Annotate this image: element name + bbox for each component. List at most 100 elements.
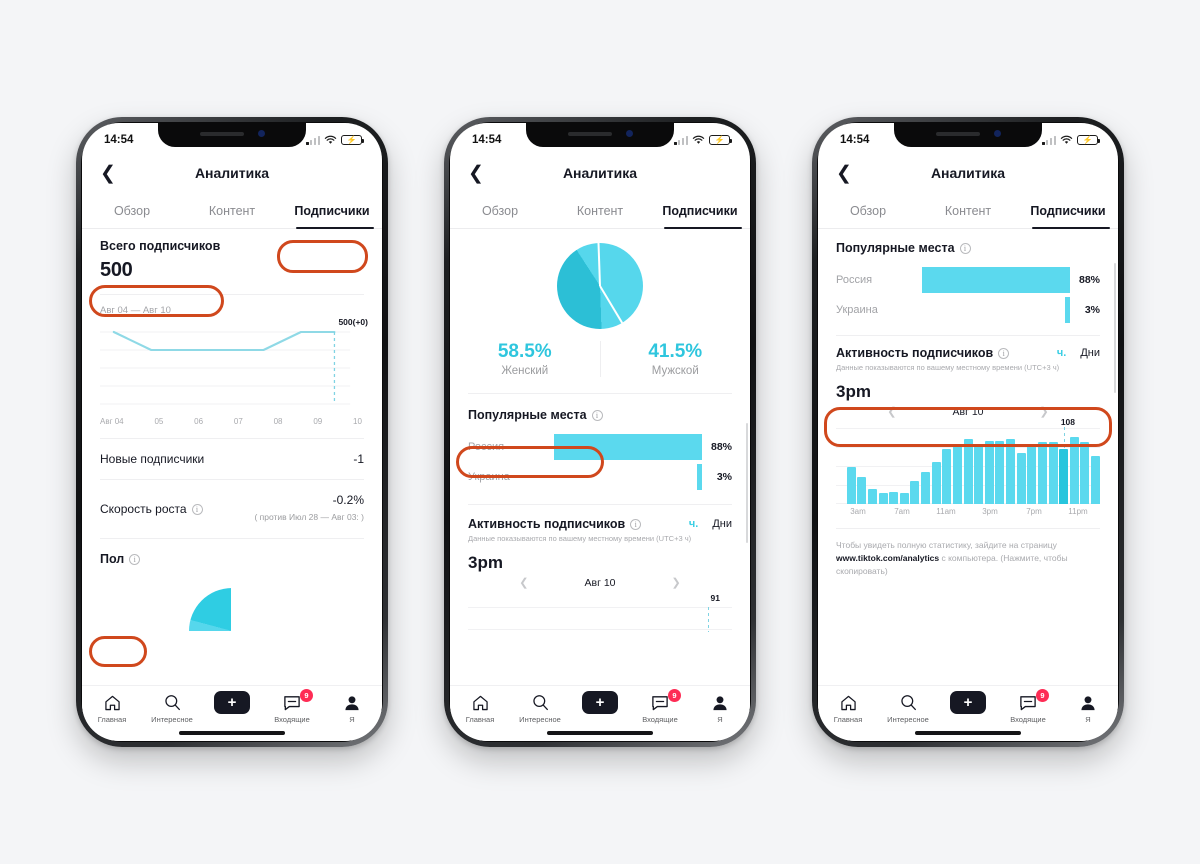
activity-bar (899, 493, 909, 504)
nav-item-home[interactable]: Главная (82, 693, 142, 724)
pie-gap-line (599, 285, 624, 324)
activity-bar (1048, 442, 1058, 504)
activity-bar (942, 449, 952, 504)
info-icon[interactable]: i (630, 518, 642, 530)
axis-tick: 06 (194, 417, 204, 426)
info-icon[interactable]: i (191, 503, 203, 515)
toggle-days[interactable]: Дни (712, 518, 732, 530)
tab-followers[interactable]: Подписчики (1018, 193, 1118, 229)
battery-charging-icon: ⚡ (709, 134, 733, 146)
analytics-url[interactable]: www.tiktok.com/analytics (836, 553, 939, 563)
nav-item-profile[interactable]: Я (322, 693, 382, 724)
battery-charging-icon: ⚡ (341, 134, 365, 146)
day-navigator[interactable]: ❮ Авг 10 ❯ (468, 576, 732, 590)
info-icon[interactable]: i (591, 409, 603, 421)
activity-range-toggle[interactable]: ч. Дни (689, 518, 732, 530)
activity-bar (995, 440, 1005, 504)
geo-label: Украина (836, 304, 878, 316)
nav-item-discover[interactable]: Интересное (142, 693, 202, 724)
nav-item-discover[interactable]: Интересное (510, 693, 570, 724)
activity-note: Данные показываются по вашему местному в… (468, 534, 692, 543)
message-icon (1019, 693, 1037, 712)
phone-3-scroll-area[interactable]: Популярные места i Россия 88% Украина 3% (818, 229, 1118, 685)
info-icon[interactable]: i (998, 347, 1010, 359)
tab-followers[interactable]: Подписчики (650, 193, 750, 229)
back-chevron-icon[interactable]: ❮ (468, 164, 484, 183)
activity-peak-hour: 3pm (836, 382, 871, 401)
nav-item-profile[interactable]: Я (690, 693, 750, 724)
nav-item-inbox[interactable]: 9 Входящие (262, 689, 322, 724)
analytics-footnote[interactable]: Чтобы увидеть полную статистику, зайдите… (818, 529, 1118, 579)
geo-row-ukraine: Украина 3% (836, 295, 1100, 325)
toggle-hours[interactable]: ч. (689, 518, 698, 530)
nav-item-create[interactable]: + (202, 691, 262, 715)
nav-label-profile: Я (1085, 715, 1091, 724)
phone-2-scroll-area[interactable]: 58.5% Женский 41.5% Мужской Популярные м… (450, 229, 750, 685)
info-icon[interactable]: i (129, 553, 141, 565)
growth-rate-row: Скорость роста i -0.2% ( против Июл 28 —… (100, 480, 364, 538)
search-icon (532, 693, 549, 712)
toggle-days[interactable]: Дни (1080, 347, 1100, 359)
notch (894, 123, 1042, 147)
app-header: ❮ Аналитика (450, 153, 750, 193)
activity-bar (1037, 442, 1047, 504)
tab-followers[interactable]: Подписчики (282, 193, 382, 229)
nav-item-create[interactable]: + (570, 691, 630, 715)
axis-tick: 07 (233, 417, 243, 426)
tab-overview[interactable]: Обзор (450, 193, 550, 228)
geo-value: 3% (1084, 304, 1100, 316)
nav-item-discover[interactable]: Интересное (878, 693, 938, 724)
growth-rate-label: Скорость роста i (100, 502, 203, 516)
nav-item-inbox[interactable]: 9 Входящие (998, 689, 1058, 724)
nav-item-inbox[interactable]: 9 Входящие (630, 689, 690, 724)
activity-bar (931, 461, 941, 504)
phone-1-scroll-area[interactable]: Всего подписчиков 500 Авг 04 — Авг 10 50… (82, 229, 382, 685)
prev-day-icon[interactable]: ❮ (887, 405, 896, 418)
back-chevron-icon[interactable]: ❮ (836, 164, 852, 183)
next-day-icon[interactable]: ❯ (672, 576, 681, 589)
activity-chart-partial: 91 (468, 593, 732, 632)
scrollbar-thumb[interactable] (746, 423, 748, 543)
cellular-signal-icon (674, 135, 688, 145)
axis-tick: 7am (894, 507, 910, 516)
search-icon (164, 693, 181, 712)
nav-label-home: Главная (465, 715, 495, 724)
tab-content[interactable]: Контент (918, 193, 1018, 228)
nav-item-home[interactable]: Главная (818, 693, 878, 724)
tab-content[interactable]: Контент (182, 193, 282, 228)
activity-bars (836, 428, 1101, 504)
tab-overview[interactable]: Обзор (818, 193, 918, 228)
home-indicator (179, 731, 285, 735)
gender-female-label: Женский (501, 365, 549, 377)
wifi-icon (692, 135, 705, 144)
activity-bar (846, 467, 856, 504)
activity-bar (857, 477, 867, 504)
next-day-icon[interactable]: ❯ (1040, 405, 1049, 418)
tab-content[interactable]: Контент (550, 193, 650, 228)
back-chevron-icon[interactable]: ❮ (100, 164, 116, 183)
gender-male-label: Мужской (651, 365, 699, 377)
nav-item-home[interactable]: Главная (450, 693, 510, 724)
info-icon[interactable]: i (959, 242, 971, 254)
axis-tick: 05 (154, 417, 164, 426)
nav-item-profile[interactable]: Я (1058, 693, 1118, 724)
nav-item-create[interactable]: + (938, 691, 998, 715)
plus-create-icon: + (210, 691, 254, 714)
peak-guide-line (707, 607, 709, 632)
footnote-lead: Чтобы увидеть полную статистику, зайдите… (836, 540, 1057, 550)
cellular-signal-icon (306, 135, 320, 145)
activity-range-toggle[interactable]: ч. Дни (1057, 347, 1100, 359)
tab-overview[interactable]: Обзор (82, 193, 182, 228)
followers-trend-chart: 500(+0) (100, 317, 368, 416)
geo-value: 88% (1078, 274, 1100, 286)
scrollbar-thumb[interactable] (1114, 263, 1116, 393)
axis-tick: 08 (273, 417, 283, 426)
tab-bar: Обзор Контент Подписчики (82, 193, 382, 229)
prev-day-icon[interactable]: ❮ (519, 576, 528, 589)
activity-bar (963, 439, 973, 504)
home-icon (104, 693, 121, 712)
geo-row-russia: Россия 88% (468, 432, 732, 462)
activity-bar (889, 492, 899, 504)
person-icon (712, 693, 728, 712)
toggle-hours[interactable]: ч. (1057, 347, 1066, 359)
